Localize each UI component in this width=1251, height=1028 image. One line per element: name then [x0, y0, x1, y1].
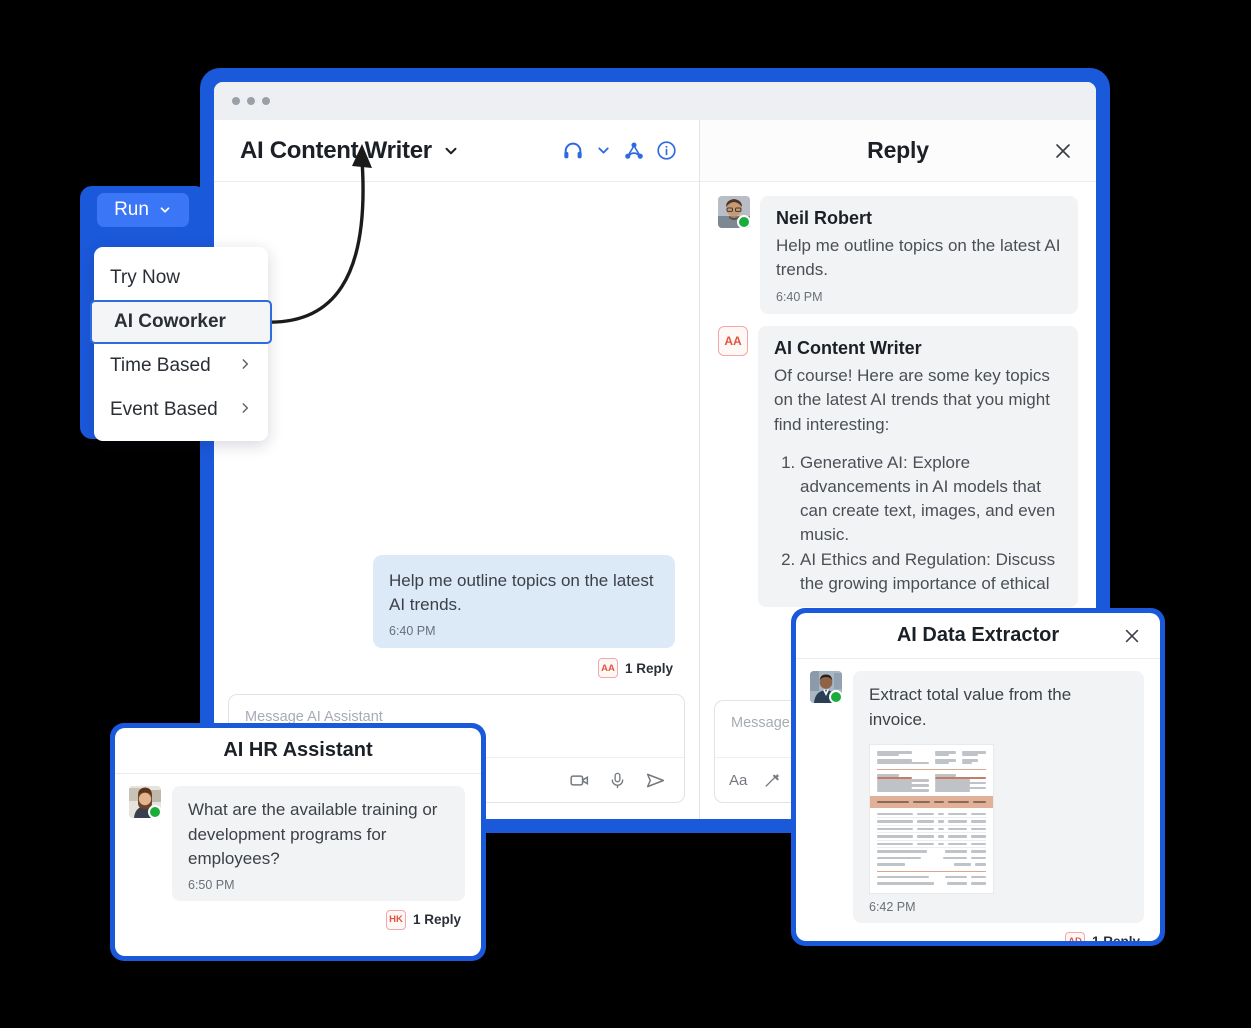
magic-wand-icon[interactable] — [763, 771, 782, 790]
dx-card-title: AI Data Extractor — [896, 624, 1060, 646]
avatar — [810, 671, 842, 703]
info-circle-icon[interactable] — [656, 140, 677, 161]
dx-card-timestamp: 6:42 PM — [869, 899, 916, 914]
hr-card-reply-indicator[interactable]: HK 1 Reply — [129, 909, 465, 930]
message-reply-indicator[interactable]: AA 1 Reply — [597, 658, 673, 678]
thread-ordered-list: Generative AI: Explore advancements in A… — [774, 451, 1062, 597]
menu-item-label: Time Based — [110, 355, 211, 376]
menu-item-label: Try Now — [110, 267, 181, 288]
avatar-initials: HK — [385, 909, 406, 930]
menu-item-ai-coworker[interactable]: AI Coworker — [90, 300, 272, 344]
thread-text: Of course! Here are some key topics on t… — [774, 366, 1050, 434]
run-dropdown-menu: Try Now AI Coworker Time Based Event Bas… — [90, 247, 272, 441]
window-titlebar — [214, 82, 1096, 120]
thread-author: AI Content Writer — [774, 338, 922, 359]
menu-item-event-based[interactable]: Event Based — [94, 388, 268, 432]
online-status-dot — [148, 805, 161, 818]
invoice-thumbnail[interactable] — [869, 744, 994, 894]
chevron-right-icon — [238, 356, 252, 376]
reply-count-label: 1 Reply — [624, 660, 673, 676]
menu-item-time-based[interactable]: Time Based — [94, 344, 268, 388]
window-controls[interactable] — [232, 97, 270, 105]
reply-panel-header: Reply — [700, 120, 1096, 182]
thread-author: Neil Robert — [776, 208, 873, 228]
video-camera-icon[interactable] — [569, 770, 590, 791]
hr-card-message-row: What are the available training or devel… — [129, 786, 465, 901]
dx-card-bubble: Extract total value from the invoice. 6:… — [853, 671, 1144, 923]
avatar — [129, 786, 161, 818]
text-format-icon[interactable]: Aa — [729, 772, 747, 789]
chevron-down-icon[interactable] — [595, 142, 612, 159]
dx-card-reply-indicator[interactable]: AD 1 Reply — [810, 931, 1144, 941]
list-item: AI Ethics and Regulation: Discuss the gr… — [800, 548, 1062, 596]
run-button-label: Run — [114, 199, 149, 220]
dx-card-content: AI Data Extractor Extract total value fr… — [796, 613, 1160, 941]
ai-hr-assistant-card: AI HR Assistant What are the available t… — [110, 723, 486, 961]
hr-card-message-text: What are the available training or devel… — [188, 800, 438, 869]
close-icon[interactable] — [1052, 140, 1074, 162]
avatar-initials: AD — [1064, 931, 1085, 941]
thread-timestamp: 6:40 PM — [776, 290, 823, 305]
hr-card-timestamp: 6:50 PM — [188, 877, 235, 892]
menu-item-label: AI Coworker — [114, 311, 226, 332]
avatar-initials: AA — [597, 658, 618, 678]
menu-item-label: Event Based — [110, 399, 218, 420]
chat-title: AI Content Writer — [240, 136, 432, 164]
hr-card-content: AI HR Assistant What are the available t… — [115, 728, 481, 956]
dx-card-body: Extract total value from the invoice. 6:… — [796, 659, 1160, 941]
message-bubble: Help me outline topics on the latest AI … — [373, 554, 675, 648]
dx-card-message-text: Extract total value from the invoice. — [869, 685, 1072, 729]
thread-bubble: AI Content Writer Of course! Here are so… — [758, 326, 1078, 608]
chat-message-list[interactable]: Help me outline topics on the latest AI … — [214, 182, 699, 684]
chat-header-icons — [562, 140, 677, 162]
send-icon[interactable] — [645, 770, 666, 791]
chevron-down-icon[interactable] — [442, 142, 460, 160]
chevron-down-icon — [158, 203, 172, 217]
thread-bubble: Neil Robert Help me outline topics on th… — [760, 196, 1078, 315]
dx-card-header: AI Data Extractor — [796, 613, 1160, 659]
hr-card-body: What are the available training or devel… — [115, 774, 481, 930]
close-icon[interactable] — [1122, 626, 1142, 646]
message-text: Help me outline topics on the latest AI … — [389, 570, 654, 615]
reply-panel-title: Reply — [867, 137, 929, 163]
avatar — [718, 196, 750, 228]
chat-header: AI Content Writer — [214, 120, 699, 182]
reply-count-label: 1 Reply — [412, 912, 461, 928]
online-status-dot — [737, 215, 750, 228]
online-status-dot — [829, 690, 842, 703]
share-network-icon[interactable] — [623, 140, 645, 162]
dx-card-message-row: Extract total value from the invoice. 6:… — [810, 671, 1144, 923]
thread-text: Help me outline topics on the latest AI … — [776, 236, 1061, 280]
run-button[interactable]: Run — [97, 193, 189, 227]
hr-card-title: AI HR Assistant — [223, 739, 373, 761]
chevron-right-icon — [238, 400, 252, 420]
chat-message-outgoing: Help me outline topics on the latest AI … — [238, 554, 675, 684]
window-dot-1[interactable] — [232, 97, 240, 105]
hr-card-bubble: What are the available training or devel… — [172, 786, 465, 901]
list-item: Generative AI: Explore advancements in A… — [800, 451, 1062, 548]
thread-message: Neil Robert Help me outline topics on th… — [718, 196, 1078, 315]
microphone-icon[interactable] — [608, 771, 627, 790]
avatar-initials: AA — [718, 326, 748, 357]
window-dot-2[interactable] — [247, 97, 255, 105]
window-dot-3[interactable] — [262, 97, 270, 105]
menu-item-try-now[interactable]: Try Now — [94, 256, 268, 300]
ai-data-extractor-card: AI Data Extractor Extract total value fr… — [791, 608, 1165, 946]
thread-message: AA AI Content Writer Of course! Here are… — [718, 326, 1078, 608]
chat-column: AI Content Writer Help me outline topics… — [214, 120, 700, 819]
reply-count-label: 1 Reply — [1092, 934, 1140, 941]
message-timestamp: 6:40 PM — [389, 624, 436, 638]
hr-card-header: AI HR Assistant — [115, 728, 481, 774]
headset-icon[interactable] — [562, 140, 584, 162]
